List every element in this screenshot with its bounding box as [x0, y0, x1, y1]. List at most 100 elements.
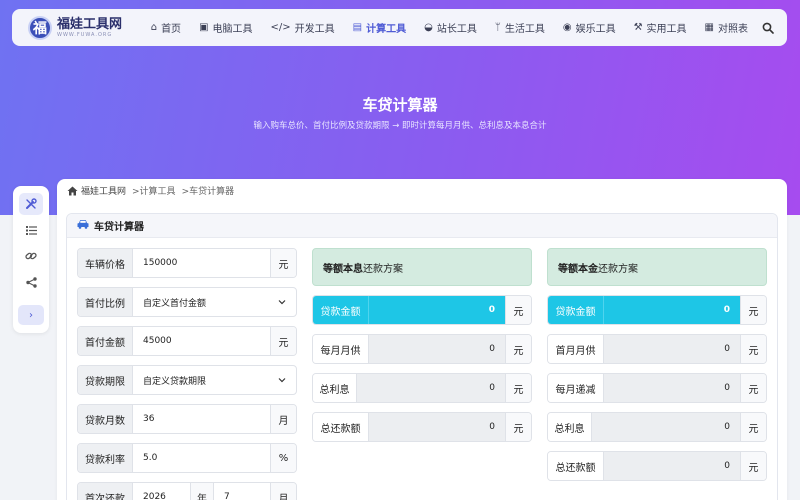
plan1-interest-label: 总利息: [313, 374, 357, 402]
plan2-loan-label: 贷款金额: [548, 296, 604, 324]
site-logo[interactable]: 福 福娃工具网 WWW.FUWA.ORG: [28, 15, 123, 40]
plan1-loan-value: 0: [369, 296, 505, 324]
price-row: 车辆价格 150000 元: [77, 248, 297, 278]
months-input[interactable]: 36: [133, 405, 270, 433]
nav-item-fun-tools[interactable]: ◉ 娱乐工具: [554, 20, 625, 35]
nav-item-label: 计算工具: [366, 24, 407, 35]
nav-item-label: 电脑工具: [212, 24, 253, 35]
sidebar-tools-button[interactable]: [19, 193, 43, 215]
down-ratio-select[interactable]: 自定义首付金额: [133, 288, 296, 316]
main-content: 福娃工具网 >计算工具 >车贷计算器 车贷计算器 车辆价格 150000 元 首…: [57, 179, 787, 500]
plan2-total-label: 总还款额: [548, 452, 604, 480]
plan1-loan-label: 贷款金额: [313, 296, 369, 324]
plan1-title-rest: 还款方案: [363, 263, 403, 275]
plan1-total-label: 总还款额: [313, 413, 369, 441]
nav-item-label: 首页: [161, 24, 182, 35]
down-amount-label: 首付金额: [78, 327, 133, 355]
plan1-total-value: 0: [369, 413, 505, 441]
breadcrumb-home[interactable]: 福娃工具网: [81, 184, 126, 197]
plan2-decrease-unit: 元: [740, 374, 766, 402]
first-payment-month-input[interactable]: 7: [214, 483, 270, 500]
nav-item-dev-tools[interactable]: </> 开发工具: [262, 20, 344, 35]
plan2-interest-value: 0: [592, 413, 740, 441]
page-title: 车贷计算器: [362, 96, 438, 114]
page-subtitle: 输入购车总价、首付比例及贷款期限 → 即时计算每月月供、总利息及本息合计: [253, 121, 547, 131]
link-icon: [25, 252, 37, 260]
rate-input[interactable]: 5.0: [133, 444, 270, 472]
plan2-total-unit: 元: [740, 452, 766, 480]
chevron-down-icon: [278, 378, 286, 383]
plan2-loan-value: 0: [604, 296, 740, 324]
chevron-right-icon: ›: [29, 309, 33, 321]
plan-equal-installment-header: 等额本息 还款方案: [312, 248, 532, 286]
search-button[interactable]: [759, 19, 777, 37]
sidebar-list-button[interactable]: [19, 219, 43, 241]
panel-title: 车贷计算器: [94, 222, 144, 233]
plan1-monthly-value: 0: [369, 335, 505, 363]
nav-item-label: 站长工具: [436, 24, 477, 35]
plan1-monthly-row: 每月月供 0 元: [312, 334, 532, 364]
months-row: 贷款月数 36 月: [77, 404, 297, 434]
utensils-icon: ᛘ: [494, 22, 501, 33]
plan2-first-month-value: 0: [604, 335, 740, 363]
nav-item-computer-tools[interactable]: ▣ 电脑工具: [190, 20, 261, 35]
first-payment-label: 首次还款: [78, 483, 133, 500]
top-navbar: 福 福娃工具网 WWW.FUWA.ORG ⌂ 首页 ▣ 电脑工具 </> 开发工具 ▤…: [12, 9, 787, 46]
plan1-loan-row: 贷款金额 0 元: [312, 295, 532, 325]
nav-item-label: 开发工具: [294, 24, 335, 35]
months-unit: 月: [270, 405, 296, 433]
main-nav: ⌂ 首页 ▣ 电脑工具 </> 开发工具 ▤ 计算工具 ◒ 站长工具 ᛘ 生活工具 ◉ 娱乐工…: [142, 19, 777, 37]
breadcrumb: 福娃工具网 >计算工具 >车贷计算器: [67, 184, 234, 197]
plan1-interest-unit: 元: [505, 374, 531, 402]
down-ratio-label: 首付比例: [78, 288, 133, 316]
price-input[interactable]: 150000: [133, 249, 270, 277]
plan1-title-bold: 等额本息: [323, 263, 363, 275]
sidebar-share-button[interactable]: [19, 271, 43, 293]
plan1-interest-row: 总利息 0 元: [312, 373, 532, 403]
nav-item-label: 实用工具: [646, 24, 687, 35]
sidebar-link-button[interactable]: [19, 245, 43, 267]
code-icon: </>: [270, 22, 291, 33]
breadcrumb-current: >车贷计算器: [181, 187, 235, 197]
gamepad-icon: ◉: [562, 22, 572, 33]
wrench-icon: ⚒: [633, 22, 643, 33]
logo-name: 福娃工具网: [57, 16, 123, 32]
plan1-monthly-unit: 元: [505, 335, 531, 363]
breadcrumb-category[interactable]: >计算工具: [132, 184, 176, 197]
rate-unit: %: [270, 444, 296, 472]
plan2-title-bold: 等额本金: [558, 263, 598, 275]
nav-item-label: 对照表: [718, 24, 748, 35]
calculator-icon: ▤: [352, 22, 363, 33]
nav-item-reference-tables[interactable]: ▦ 对照表: [696, 20, 757, 35]
rate-row: 贷款利率 5.0 %: [77, 443, 297, 473]
toolbox-icon: ◒: [424, 22, 433, 33]
share-icon: [25, 276, 37, 288]
down-amount-row: 首付金额 45000 元: [77, 326, 297, 356]
plan2-loan-unit: 元: [740, 296, 766, 324]
logo-subtitle: WWW.FUWA.ORG: [57, 31, 113, 38]
plan1-loan-unit: 元: [505, 296, 531, 324]
plan2-decrease-value: 0: [604, 374, 740, 402]
term-select[interactable]: 自定义贷款期限: [133, 366, 296, 394]
sidebar-expand-button[interactable]: ›: [18, 305, 44, 325]
nav-item-calc-tools[interactable]: ▤ 计算工具: [344, 20, 415, 35]
year-unit: 年: [190, 483, 214, 500]
nav-item-home[interactable]: ⌂ 首页: [142, 20, 190, 35]
nav-item-life-tools[interactable]: ᛘ 生活工具: [486, 20, 554, 35]
down-amount-input[interactable]: 45000: [133, 327, 270, 355]
nav-item-webmaster-tools[interactable]: ◒ 站长工具: [415, 20, 486, 35]
plan2-decrease-label: 每月递减: [548, 374, 604, 402]
search-icon: [762, 22, 774, 34]
months-label: 贷款月数: [78, 405, 133, 433]
plan2-first-month-unit: 元: [740, 335, 766, 363]
first-payment-year-input[interactable]: 2026: [133, 483, 190, 500]
plan1-total-unit: 元: [505, 413, 531, 441]
list-icon: [25, 225, 37, 235]
calculator-panel: 车贷计算器 车辆价格 150000 元 首付比例 自定义首付金额 首付金额 45…: [66, 213, 778, 500]
tools-icon: [26, 198, 37, 209]
logo-mark-icon: 福: [28, 15, 52, 40]
plan2-interest-label: 总利息: [548, 413, 592, 441]
down-ratio-value: 自定义首付金额: [143, 298, 207, 309]
nav-item-utility-tools[interactable]: ⚒ 实用工具: [625, 20, 696, 35]
down-ratio-row: 首付比例 自定义首付金额: [77, 287, 297, 317]
